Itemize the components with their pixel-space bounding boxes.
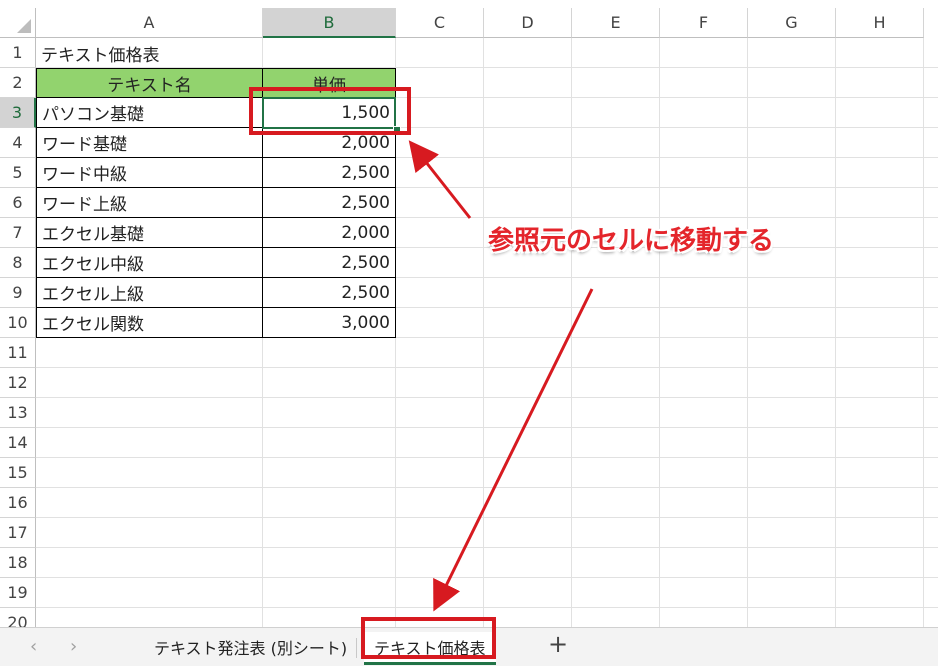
cell-name[interactable]: エクセル上級 [36,278,263,308]
row-header[interactable]: 12 [0,368,36,398]
cell-price[interactable]: 2,000 [263,218,396,248]
row-header[interactable]: 11 [0,338,36,368]
sheet-tab-bar: ‹ › テキスト発注表 (別シート) テキスト価格表 + [0,627,938,666]
row-header[interactable]: 4 [0,128,36,158]
column-header-g[interactable]: G [748,8,836,38]
cell-price[interactable]: 2,500 [263,248,396,278]
cell-b2-header[interactable]: 単価 [262,68,396,98]
row-header[interactable]: 5 [0,158,36,188]
fill-handle[interactable] [393,126,401,134]
row-header[interactable]: 13 [0,398,36,428]
row-header[interactable]: 18 [0,548,36,578]
active-cell-selection [262,97,396,129]
column-header-b[interactable]: B [263,8,396,38]
row-header[interactable]: 16 [0,488,36,518]
chevron-right-icon[interactable]: › [70,636,77,657]
cell-name[interactable]: ワード上級 [36,188,263,218]
row-header[interactable]: 7 [0,218,36,248]
row-header[interactable]: 3 [0,98,36,128]
cell-name[interactable]: ワード基礎 [36,128,263,158]
cell-price[interactable]: 2,500 [263,188,396,218]
chevron-left-icon[interactable]: ‹ [30,636,37,657]
row-header[interactable]: 6 [0,188,36,218]
tab-sheet-order[interactable]: テキスト発注表 (別シート) [154,632,347,662]
column-header-a[interactable]: A [36,8,263,38]
spreadsheet-grid[interactable]: A B C D E F G H 1 2 3 4 5 6 7 8 9 10 11 … [0,0,938,627]
cell-a1-title[interactable]: テキスト価格表 [36,38,263,68]
cell-name[interactable]: エクセル関数 [36,308,263,338]
column-header-h[interactable]: H [836,8,924,38]
cell-name[interactable]: エクセル中級 [36,248,263,278]
column-header-e[interactable]: E [572,8,660,38]
column-header-c[interactable]: C [396,8,484,38]
select-all-corner[interactable] [0,8,36,38]
tab-sheet-price[interactable]: テキスト価格表 [364,632,496,665]
cell-a2-header[interactable]: テキスト名 [36,68,263,98]
row-header[interactable]: 2 [0,68,36,98]
row-header[interactable]: 9 [0,278,36,308]
row-header[interactable]: 17 [0,518,36,548]
cell-price[interactable]: 2,500 [263,158,396,188]
row-header[interactable]: 15 [0,458,36,488]
row-header[interactable]: 1 [0,38,36,68]
row-header[interactable]: 19 [0,578,36,608]
column-header-d[interactable]: D [484,8,572,38]
cell-price[interactable]: 2,000 [263,128,396,158]
row-header[interactable]: 10 [0,308,36,338]
cell-name[interactable]: ワード中級 [36,158,263,188]
cell-name[interactable]: パソコン基礎 [36,98,263,128]
cell-name[interactable]: エクセル基礎 [36,218,263,248]
annotation-label: 参照元のセルに移動する [488,226,775,256]
row-header[interactable]: 14 [0,428,36,458]
add-sheet-icon[interactable]: + [548,630,568,658]
row-header[interactable]: 20 [0,608,36,627]
row-header[interactable]: 8 [0,248,36,278]
cell-price[interactable]: 2,500 [263,278,396,308]
column-header-f[interactable]: F [660,8,748,38]
cell-price[interactable]: 3,000 [263,308,396,338]
